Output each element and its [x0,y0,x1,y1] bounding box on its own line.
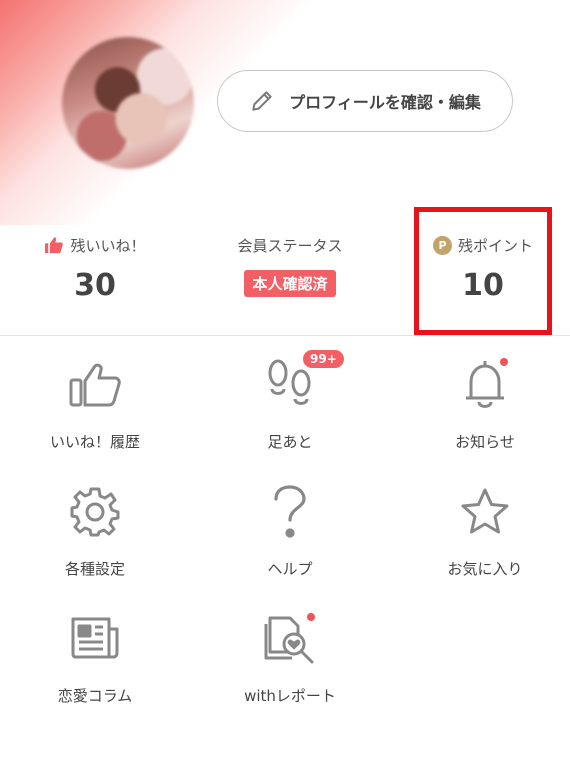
menu-label: 各種設定 [64,560,125,578]
notification-dot [500,358,508,366]
menu-with-report[interactable]: withレポート [205,609,375,706]
verified-badge: 本人確認済 [244,270,336,297]
menu-label: いいね！履歴 [49,433,140,451]
menu-label: ヘルプ [267,560,313,578]
menu-like-history[interactable]: いいね！履歴 [10,355,180,452]
edit-profile-button[interactable]: プロフィールを確認・編集 [217,70,513,132]
report-dot [307,613,315,621]
footprints-count-badge: 99+ [303,350,344,368]
menu-label: 足あと [267,433,313,451]
member-status-stat: 会員ステータス 本人確認済 [215,228,365,297]
avatar[interactable] [62,37,194,169]
member-status-label: 会員ステータス [237,236,343,255]
menu-notifications[interactable]: お知らせ [400,355,570,452]
newspaper-icon [71,617,119,659]
menu-help[interactable]: ヘルプ [205,482,375,579]
menu-label: 恋愛コラム [57,687,133,705]
edit-profile-label: プロフィールを確認・編集 [289,93,481,112]
bell-icon [466,361,504,408]
menu-label: お知らせ [455,433,515,451]
likes-stat: 残いいね！ 30 [20,228,170,303]
menu-footprints[interactable]: 99+ 足あと [205,350,375,452]
thumbs-up-icon [44,236,64,254]
gear-icon [70,487,120,537]
highlight-box [414,207,552,335]
menu-settings[interactable]: 各種設定 [10,482,180,579]
menu-favorites[interactable]: お気に入り [400,482,570,579]
menu-love-column[interactable]: 恋愛コラム [10,609,180,706]
thumbs-up-icon [69,363,121,407]
question-icon [274,485,306,538]
divider [0,335,570,336]
menu-label: withレポート [244,687,336,705]
likes-count: 30 [74,268,116,303]
likes-label: 残いいね！ [70,236,146,255]
pencil-icon [252,91,272,111]
star-icon [461,488,509,534]
menu-label: お気に入り [447,560,523,578]
